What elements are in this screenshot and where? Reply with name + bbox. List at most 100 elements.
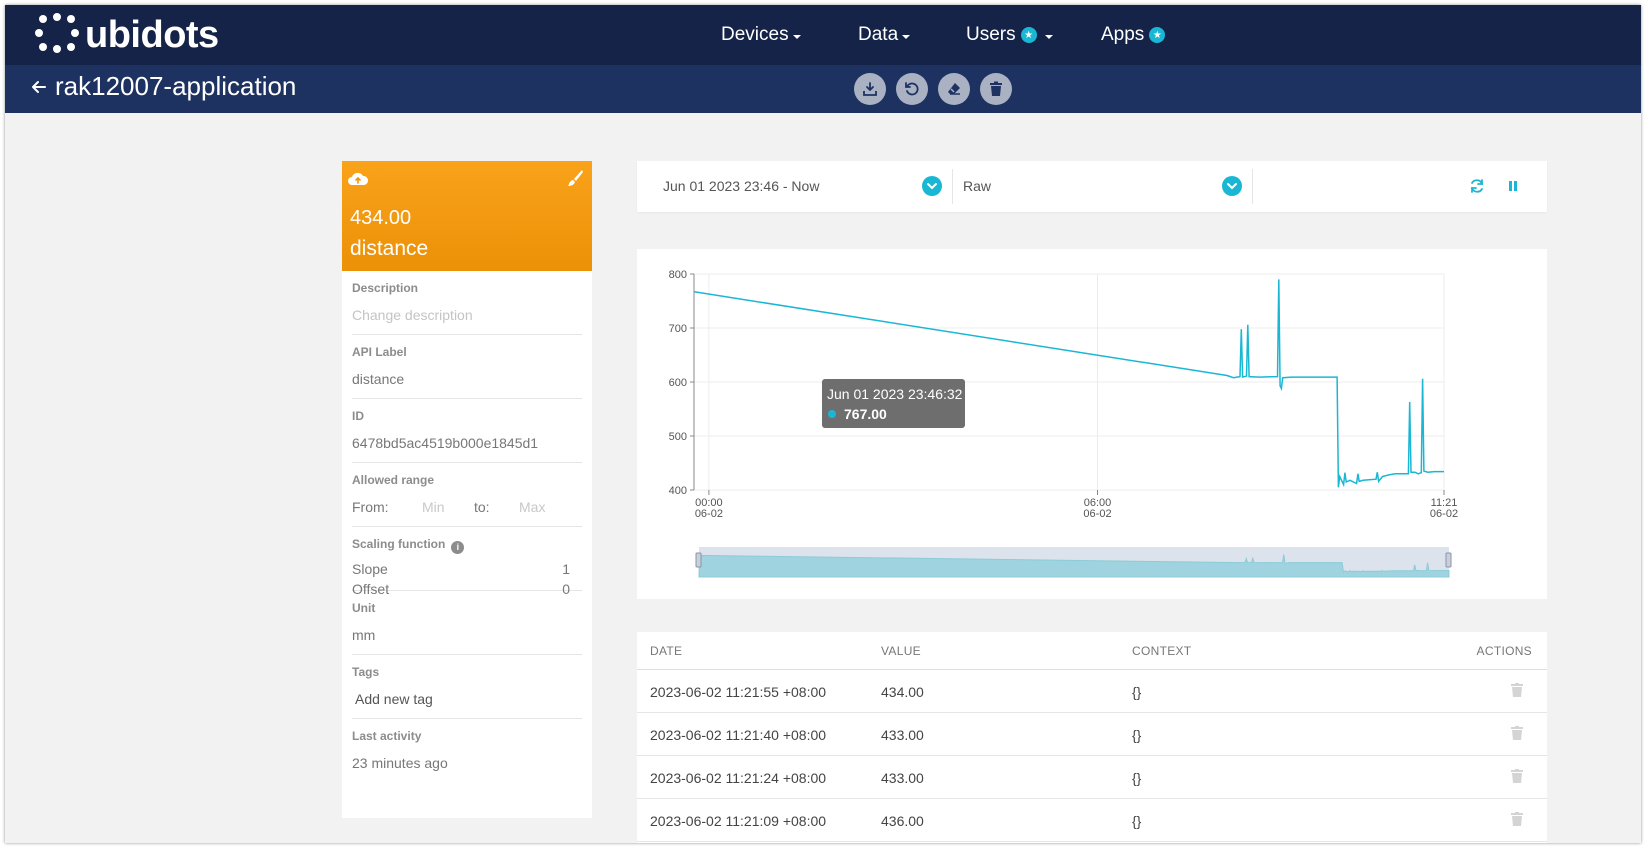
variable-toolbar: rak12007-application: [5, 65, 1641, 113]
x-tick-date-label: 06-02: [1430, 508, 1458, 520]
back-button[interactable]: rak12007-application: [31, 71, 296, 102]
api-label-input[interactable]: distance: [352, 371, 404, 387]
variable-name[interactable]: distance: [350, 237, 428, 261]
pause-button[interactable]: [1503, 176, 1523, 196]
caret-down-icon: [792, 35, 801, 39]
star-icon: ★: [1149, 27, 1166, 43]
row-date: 2023-06-02 11:21:40 +08:00: [650, 727, 827, 743]
nav-data-label: Data: [858, 24, 899, 45]
row-context[interactable]: {}: [1132, 813, 1141, 829]
history-icon: [905, 82, 919, 96]
download-icon: [863, 82, 877, 96]
api-label-field: API Label distance: [352, 335, 582, 399]
values-table: DATE VALUE CONTEXT ACTIONS 2023-06-02 11…: [637, 632, 1547, 843]
trash-icon[interactable]: [1511, 683, 1523, 697]
row-value[interactable]: 434.00: [881, 684, 924, 700]
row-value[interactable]: 433.00: [881, 727, 924, 743]
row-context[interactable]: {}: [1132, 684, 1141, 700]
last-activity-value: 23 minutes ago: [352, 755, 448, 771]
variable-id: 6478bd5ac4519b000e1845d1: [352, 435, 539, 451]
info-icon[interactable]: i: [451, 540, 465, 554]
x-tick-date-label: 06-02: [1083, 508, 1111, 520]
range-min-input[interactable]: Min: [422, 499, 445, 515]
row-context[interactable]: {}: [1132, 770, 1141, 786]
aggregation-select[interactable]: Raw: [963, 178, 991, 194]
eraser-icon: [948, 83, 960, 95]
star-icon: ★: [1020, 27, 1037, 43]
navigator-right-handle[interactable]: [1445, 552, 1452, 568]
unit-label: Unit: [352, 601, 376, 615]
id-field: ID 6478bd5ac4519b000e1845d1: [352, 399, 582, 463]
logo-dots-icon: [35, 13, 79, 57]
trash-icon[interactable]: [1511, 769, 1523, 783]
range-from-label: From:: [352, 499, 389, 515]
row-value[interactable]: 433.00: [881, 770, 924, 786]
description-input[interactable]: Change description: [352, 307, 473, 323]
nav-users-label: Users: [966, 24, 1016, 45]
table-row: 2023-06-02 11:21:24 +08:00 433.00 {}: [637, 756, 1547, 799]
table-row: 2023-06-02 11:21:55 +08:00 434.00 {}: [637, 670, 1547, 713]
divider: [1252, 169, 1253, 204]
pause-icon: [1509, 181, 1517, 191]
id-label: ID: [352, 409, 364, 423]
nav-devices[interactable]: Devices: [721, 5, 801, 65]
nav-apps[interactable]: Apps ★: [1101, 5, 1166, 65]
row-value[interactable]: 436.00: [881, 813, 924, 829]
unit-field: Unit mm: [352, 591, 582, 655]
chevron-down-icon: [927, 183, 937, 190]
nav-users[interactable]: Users ★: [966, 5, 1053, 65]
line-chart[interactable]: 400500600700800 00:0006-0206:0006-0211:2…: [637, 249, 1547, 599]
variable-last-value: 434.00: [350, 207, 412, 229]
column-context[interactable]: CONTEXT: [1132, 644, 1191, 658]
allowed-range-label: Allowed range: [352, 473, 435, 487]
description-field: Description Change description: [352, 271, 582, 335]
brand-name: ubidots: [85, 14, 219, 56]
y-tick-label: 800: [669, 269, 687, 281]
tooltip-marker: [828, 410, 836, 418]
row-context[interactable]: {}: [1132, 727, 1141, 743]
y-tick-label: 400: [669, 485, 687, 497]
cloud-upload-icon: [348, 172, 369, 185]
trash-icon: [990, 81, 1002, 96]
refresh-button[interactable]: [1467, 176, 1487, 196]
tooltip-value: 767.00: [844, 406, 887, 422]
scaling-function-field: Scaling function i Slope 1 Offset 0: [352, 527, 582, 597]
delete-variable-button[interactable]: [980, 73, 1012, 105]
eraser-button[interactable]: [938, 73, 970, 105]
table-header: DATE VALUE CONTEXT ACTIONS: [637, 632, 1547, 670]
column-date[interactable]: DATE: [650, 644, 682, 658]
chevron-down-icon: [1227, 183, 1237, 190]
last-activity-field: Last activity 23 minutes ago: [352, 719, 582, 783]
history-button[interactable]: [896, 73, 928, 105]
y-tick-label: 700: [669, 323, 687, 335]
unit-input[interactable]: mm: [352, 627, 375, 643]
nav-data[interactable]: Data: [858, 5, 911, 65]
x-tick-date-label: 06-02: [695, 508, 723, 520]
nav-devices-label: Devices: [721, 24, 789, 45]
row-date: 2023-06-02 11:21:24 +08:00: [650, 770, 827, 786]
variable-card: 434.00 distance Description Change descr…: [342, 161, 592, 818]
add-tag-input[interactable]: Add new tag: [355, 691, 433, 707]
slope-label: Slope: [352, 561, 388, 577]
trash-icon[interactable]: [1511, 812, 1523, 826]
slope-input[interactable]: 1: [562, 561, 570, 577]
tags-label: Tags: [352, 665, 380, 679]
y-tick-label: 600: [669, 377, 687, 389]
scaling-function-label: Scaling function i: [352, 537, 465, 554]
date-range-dropdown[interactable]: [922, 176, 942, 196]
range-to-label: to:: [474, 499, 490, 515]
brand-logo[interactable]: ubidots: [35, 13, 219, 57]
download-button[interactable]: [854, 73, 886, 105]
paint-brush-icon[interactable]: [566, 169, 584, 187]
column-value[interactable]: VALUE: [881, 644, 921, 658]
caret-down-icon: [902, 35, 911, 39]
table-row: 2023-06-02 11:21:40 +08:00 433.00 {}: [637, 713, 1547, 756]
app-window: ubidots Devices Data Users ★ Apps ★ rak1…: [5, 5, 1641, 843]
navigator-left-handle[interactable]: [695, 552, 702, 568]
range-navigator[interactable]: [695, 547, 1452, 578]
chart-panel: 400 500 600 700 800 00:00 06-02 06:00 06-02 11:2…: [637, 249, 1547, 599]
range-max-input[interactable]: Max: [519, 499, 545, 515]
date-range-picker[interactable]: Jun 01 2023 23:46 - Now: [663, 178, 819, 194]
aggregation-dropdown[interactable]: [1222, 176, 1242, 196]
trash-icon[interactable]: [1511, 726, 1523, 740]
